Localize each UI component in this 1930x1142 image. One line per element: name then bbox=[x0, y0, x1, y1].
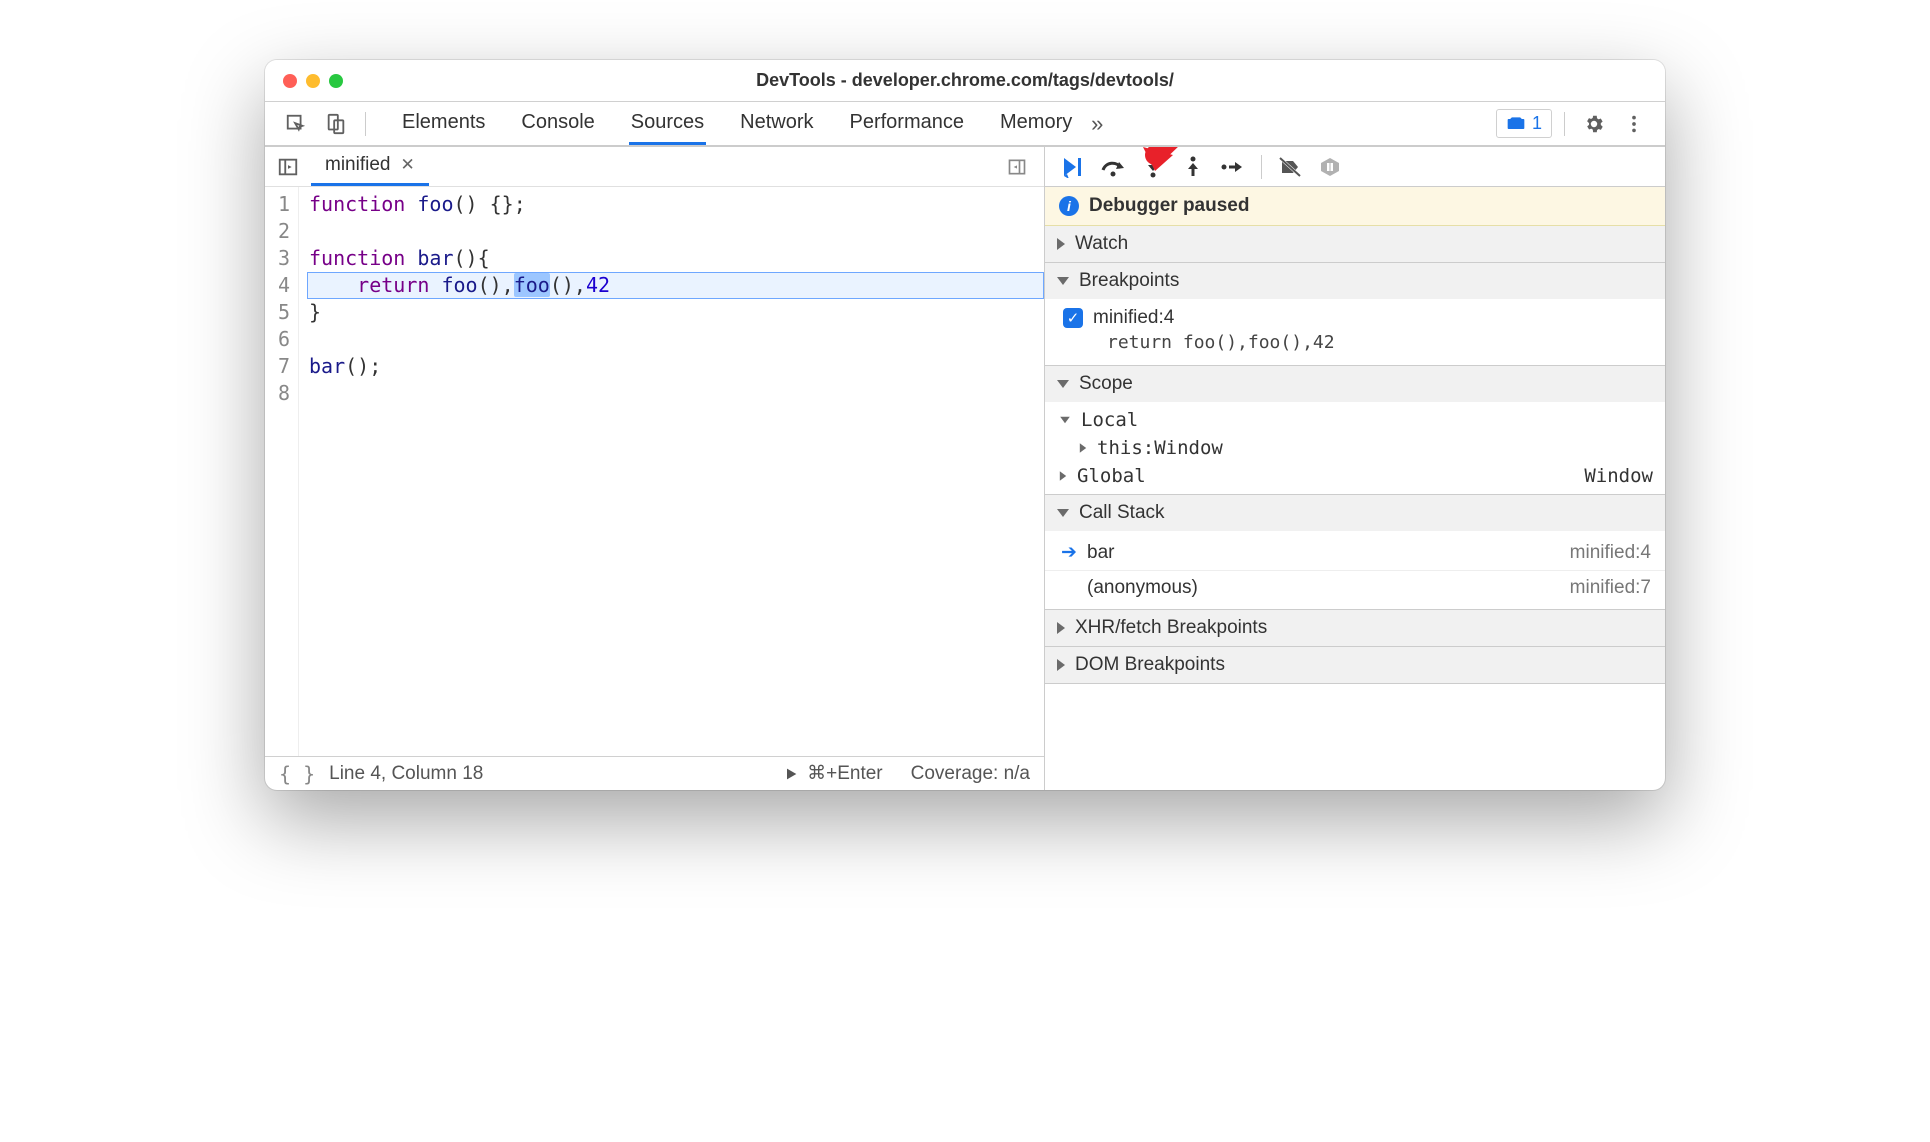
paused-label: Debugger paused bbox=[1089, 195, 1249, 217]
xhr-breakpoints-header[interactable]: XHR/fetch Breakpoints bbox=[1045, 610, 1665, 646]
code-line[interactable] bbox=[307, 380, 1044, 407]
issues-count: 1 bbox=[1532, 113, 1542, 134]
navigator-toggle-icon[interactable] bbox=[271, 150, 305, 184]
tab-sources[interactable]: Sources bbox=[629, 102, 706, 145]
run-snippet-icon[interactable]: ⌘+Enter bbox=[783, 762, 883, 785]
more-tabs-icon[interactable]: » bbox=[1080, 107, 1114, 141]
callstack-frame[interactable]: ➔barminified:4 bbox=[1045, 535, 1665, 571]
minimize-dot[interactable] bbox=[306, 74, 320, 88]
breakpoints-header[interactable]: Breakpoints bbox=[1045, 263, 1665, 299]
breakpoint-item[interactable]: ✓ minified:4 return foo(),foo(),42 bbox=[1045, 303, 1665, 361]
pretty-print-icon[interactable]: { } bbox=[279, 762, 315, 786]
debugger-paused-banner: i Debugger paused bbox=[1045, 187, 1665, 226]
code-line[interactable] bbox=[307, 326, 1044, 353]
breakpoint-label: minified:4 bbox=[1093, 307, 1174, 329]
code-editor[interactable]: 12345678 function foo() {}; function bar… bbox=[265, 187, 1044, 756]
kebab-menu-icon[interactable] bbox=[1617, 107, 1651, 141]
file-tab-close-icon[interactable]: ✕ bbox=[400, 155, 414, 175]
breakpoints-section: Breakpoints ✓ minified:4 return foo(),fo… bbox=[1045, 263, 1665, 366]
code-content[interactable]: function foo() {}; function bar(){ retur… bbox=[299, 187, 1044, 756]
close-dot[interactable] bbox=[283, 74, 297, 88]
dom-breakpoints-header[interactable]: DOM Breakpoints bbox=[1045, 647, 1665, 683]
debugger-sidebar: i Debugger paused Watch Breakpoints ✓ mi… bbox=[1045, 147, 1665, 790]
tab-elements[interactable]: Elements bbox=[400, 102, 487, 145]
device-toolbar-icon[interactable] bbox=[319, 107, 353, 141]
panel-tabs: Elements Console Sources Network Performance… bbox=[400, 102, 1074, 145]
code-line[interactable]: return foo(),foo(),42 bbox=[307, 272, 1044, 299]
code-line[interactable]: bar(); bbox=[307, 353, 1044, 380]
step-out-button[interactable] bbox=[1175, 150, 1211, 184]
main-tabs-row: Elements Console Sources Network Performance… bbox=[265, 102, 1665, 146]
tab-memory[interactable]: Memory bbox=[998, 102, 1074, 145]
titlebar: DevTools - developer.chrome.com/tags/dev… bbox=[265, 60, 1665, 102]
breakpoint-checkbox[interactable]: ✓ bbox=[1063, 308, 1083, 328]
code-line[interactable]: function bar(){ bbox=[307, 245, 1044, 272]
file-tabs-row: minified ✕ bbox=[265, 147, 1044, 187]
callstack-body: ➔barminified:4(anonymous)minified:7 bbox=[1045, 531, 1665, 609]
file-tab-minified[interactable]: minified ✕ bbox=[311, 147, 429, 186]
code-line[interactable]: function foo() {}; bbox=[307, 191, 1044, 218]
window-title: DevTools - developer.chrome.com/tags/dev… bbox=[265, 70, 1665, 91]
scope-local-row[interactable]: Local bbox=[1045, 406, 1665, 434]
file-tab-label: minified bbox=[325, 154, 390, 176]
sources-panel: minified ✕ 12345678 function foo() {}; f… bbox=[265, 147, 1045, 790]
scope-section: Scope Local this: Window GlobalWindow bbox=[1045, 366, 1665, 495]
snippets-toggle-icon[interactable] bbox=[1000, 150, 1034, 184]
debugger-controls bbox=[1045, 147, 1665, 187]
step-into-button[interactable] bbox=[1135, 150, 1171, 184]
issues-badge[interactable]: 1 bbox=[1496, 109, 1552, 138]
settings-gear-icon[interactable] bbox=[1577, 107, 1611, 141]
step-over-button[interactable] bbox=[1095, 150, 1131, 184]
callstack-section: Call Stack ➔barminified:4(anonymous)mini… bbox=[1045, 495, 1665, 610]
callstack-header[interactable]: Call Stack bbox=[1045, 495, 1665, 531]
scope-this-row[interactable]: this: Window bbox=[1045, 434, 1665, 462]
devtools-window: DevTools - developer.chrome.com/tags/dev… bbox=[265, 60, 1665, 790]
traffic-lights bbox=[283, 74, 343, 88]
tab-console[interactable]: Console bbox=[519, 102, 596, 145]
editor-status-bar: { } Line 4, Column 18 ⌘+Enter Coverage: … bbox=[265, 756, 1044, 790]
resume-button[interactable] bbox=[1055, 150, 1091, 184]
tab-network[interactable]: Network bbox=[738, 102, 815, 145]
scope-global-row[interactable]: GlobalWindow bbox=[1045, 462, 1665, 490]
code-line[interactable]: } bbox=[307, 299, 1044, 326]
line-gutter: 12345678 bbox=[265, 187, 299, 756]
pause-on-exceptions-button[interactable] bbox=[1312, 150, 1348, 184]
watch-header[interactable]: Watch bbox=[1045, 226, 1665, 262]
watch-section: Watch bbox=[1045, 226, 1665, 263]
deactivate-breakpoints-button[interactable] bbox=[1272, 150, 1308, 184]
code-line[interactable] bbox=[307, 218, 1044, 245]
tab-performance[interactable]: Performance bbox=[848, 102, 967, 145]
inspect-element-icon[interactable] bbox=[279, 107, 313, 141]
zoom-dot[interactable] bbox=[329, 74, 343, 88]
dom-breakpoints-section: DOM Breakpoints bbox=[1045, 647, 1665, 684]
step-button[interactable] bbox=[1215, 150, 1251, 184]
cursor-position: Line 4, Column 18 bbox=[329, 763, 483, 785]
info-icon: i bbox=[1059, 196, 1079, 216]
scope-header[interactable]: Scope bbox=[1045, 366, 1665, 402]
callstack-frame[interactable]: (anonymous)minified:7 bbox=[1045, 571, 1665, 605]
xhr-breakpoints-section: XHR/fetch Breakpoints bbox=[1045, 610, 1665, 647]
breakpoint-code: return foo(),foo(),42 bbox=[1063, 329, 1651, 359]
coverage-label: Coverage: n/a bbox=[911, 763, 1030, 785]
